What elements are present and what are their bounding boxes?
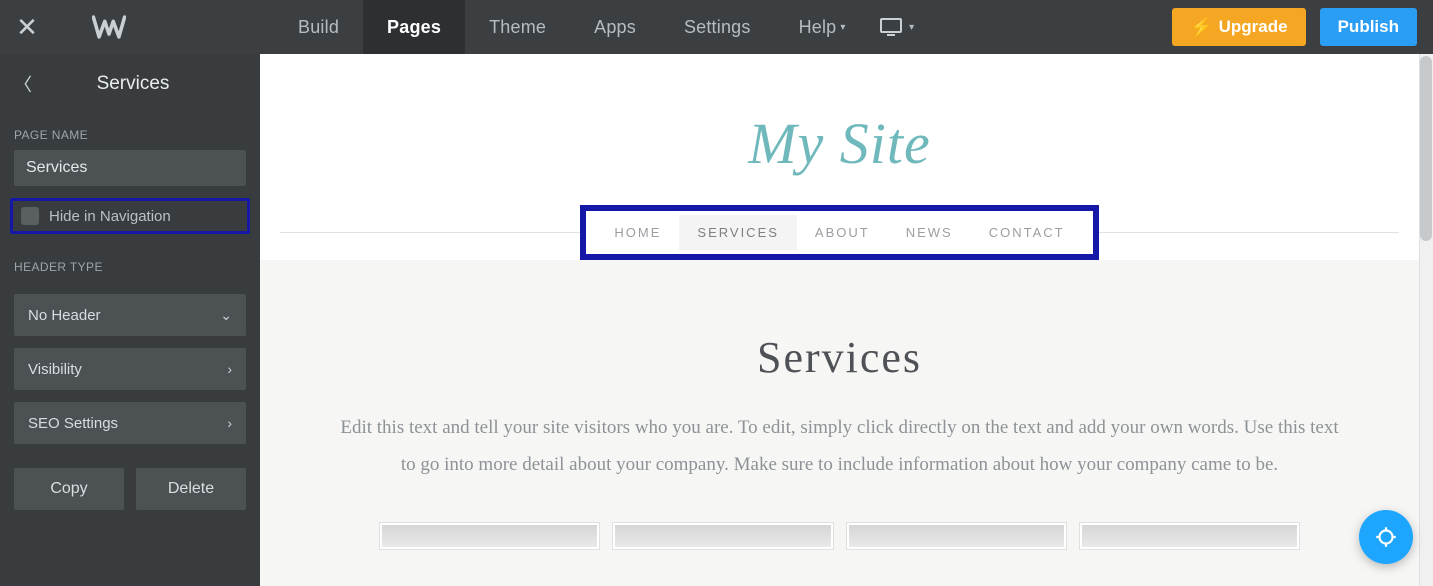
- site-preview: My Site HOME SERVICES ABOUT NEWS CONTACT…: [260, 54, 1433, 586]
- nav-home[interactable]: HOME: [596, 215, 679, 250]
- hide-in-navigation-checkbox[interactable]: Hide in Navigation: [10, 198, 250, 234]
- tab-build[interactable]: Build: [274, 0, 363, 54]
- nav-about[interactable]: ABOUT: [797, 215, 888, 250]
- copy-button[interactable]: Copy: [14, 468, 124, 510]
- delete-button[interactable]: Delete: [136, 468, 246, 510]
- image-thumbnail[interactable]: [847, 523, 1066, 549]
- caret-down-icon: ▾: [909, 22, 914, 33]
- toolbar-tabs: Build Pages Theme Apps Settings Help▾ ▾: [274, 0, 924, 54]
- chevron-right-icon: ›: [227, 415, 232, 431]
- scrollbar-thumb[interactable]: [1420, 56, 1432, 241]
- divider: [280, 232, 580, 233]
- tab-theme[interactable]: Theme: [465, 0, 570, 54]
- page-name-label: PAGE NAME: [14, 128, 246, 142]
- close-icon[interactable]: ✕: [0, 12, 54, 43]
- divider: [1099, 232, 1399, 233]
- tab-pages[interactable]: Pages: [363, 0, 465, 54]
- top-toolbar: ✕ Build Pages Theme Apps Settings Help▾ …: [0, 0, 1433, 54]
- seo-settings-row[interactable]: SEO Settings ›: [14, 402, 246, 444]
- weebly-logo[interactable]: [54, 10, 164, 44]
- sidebar-title: Services: [46, 73, 220, 95]
- caret-down-icon: ▾: [840, 22, 845, 33]
- nav-contact[interactable]: CONTACT: [971, 215, 1083, 250]
- upgrade-button[interactable]: ⚡Upgrade: [1172, 8, 1305, 46]
- page-name-input[interactable]: [14, 150, 246, 186]
- device-preview-button[interactable]: ▾: [870, 0, 924, 54]
- image-thumbnail[interactable]: [1080, 523, 1299, 549]
- tab-settings[interactable]: Settings: [660, 0, 775, 54]
- image-row: [320, 523, 1359, 549]
- back-icon[interactable]: 〈: [14, 71, 32, 97]
- visibility-row[interactable]: Visibility ›: [14, 348, 246, 390]
- chevron-down-icon: ⌄: [220, 307, 232, 324]
- site-title[interactable]: My Site: [260, 110, 1419, 177]
- page-heading[interactable]: Services: [320, 332, 1359, 383]
- header-type-label: HEADER TYPE: [14, 260, 246, 274]
- tab-apps[interactable]: Apps: [570, 0, 660, 54]
- image-thumbnail[interactable]: [613, 523, 832, 549]
- site-navigation: HOME SERVICES ABOUT NEWS CONTACT: [580, 205, 1098, 260]
- publish-button[interactable]: Publish: [1320, 8, 1417, 46]
- page-description[interactable]: Edit this text and tell your site visito…: [340, 409, 1340, 483]
- chevron-right-icon: ›: [227, 361, 232, 377]
- scrollbar[interactable]: [1419, 54, 1433, 586]
- image-thumbnail[interactable]: [380, 523, 599, 549]
- nav-services[interactable]: SERVICES: [679, 215, 797, 250]
- bolt-icon: ⚡: [1190, 17, 1212, 38]
- nav-news[interactable]: NEWS: [888, 215, 971, 250]
- hide-in-navigation-label: Hide in Navigation: [49, 208, 171, 225]
- checkbox-icon[interactable]: [21, 207, 39, 225]
- tab-help[interactable]: Help▾: [775, 0, 870, 54]
- page-settings-sidebar: 〈 Services PAGE NAME Hide in Navigation …: [0, 54, 260, 586]
- help-fab-button[interactable]: [1359, 510, 1413, 564]
- header-type-select[interactable]: No Header ⌄: [14, 294, 246, 336]
